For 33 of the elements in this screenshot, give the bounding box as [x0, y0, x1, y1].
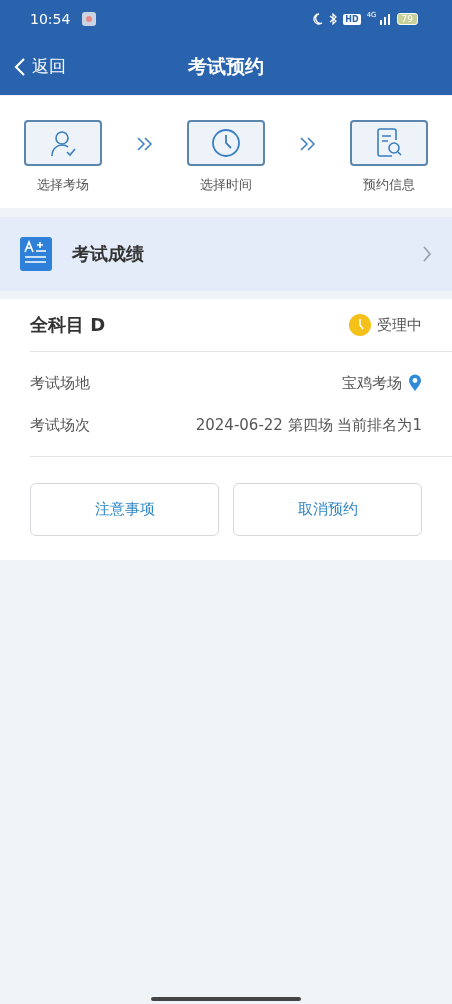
battery-indicator: 79: [396, 13, 418, 25]
double-chevron-icon: [135, 136, 154, 152]
field-label: 考试场次: [30, 415, 90, 435]
double-chevron-icon: [298, 136, 317, 152]
document-search-icon: [374, 127, 404, 159]
chevron-right-icon: [422, 245, 432, 263]
step-tile[interactable]: [187, 120, 265, 166]
score-row[interactable]: 考试成绩: [0, 217, 452, 291]
step-tile[interactable]: [350, 120, 428, 166]
back-chevron-icon: [14, 56, 26, 77]
moon-icon: [313, 13, 324, 25]
subject-title: 全科目 D: [30, 313, 106, 337]
back-button[interactable]: 返回: [0, 55, 66, 78]
page-title: 考试预约: [188, 53, 264, 79]
person-check-icon: [48, 128, 78, 158]
step-label: 选择考场: [37, 176, 89, 194]
field-label: 考试场地: [30, 373, 90, 393]
step-tile[interactable]: [24, 120, 102, 166]
location-pin-icon: [408, 374, 422, 392]
field-value: 2024-06-22 第四场 当前排名为1: [195, 415, 422, 435]
grade-icon: [20, 237, 52, 271]
step-label: 选择时间: [200, 176, 252, 194]
step-label: 预约信息: [363, 176, 415, 194]
action-button[interactable]: 注意事项: [30, 483, 219, 536]
action-button[interactable]: 取消预约: [233, 483, 422, 536]
field-value: 宝鸡考场: [342, 373, 402, 393]
status-text: 受理中: [377, 315, 422, 335]
clock-icon: [210, 127, 242, 159]
signal-icon: [378, 13, 391, 25]
bluetooth-icon: [329, 13, 338, 25]
hd-badge: HD: [343, 13, 361, 25]
status-time: 10:54: [30, 11, 71, 27]
clock-status-icon: [349, 314, 371, 336]
